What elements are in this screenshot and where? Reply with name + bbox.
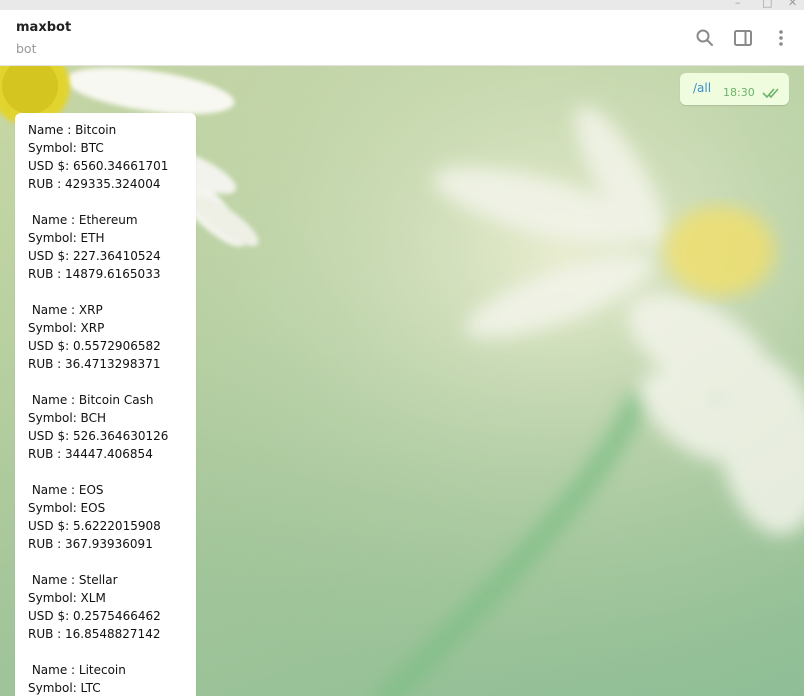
telegram-window: – □ ✕ maxbot bot /all 18:30 Name: Bitco…: [0, 0, 804, 696]
coin-usd: USD $: 526.364630126: [28, 429, 169, 443]
close-button[interactable]: ✕: [788, 0, 797, 9]
outgoing-message-text[interactable]: /all: [693, 81, 711, 95]
coin-symbol: Symbol: BTC: [28, 141, 104, 155]
chat-header: maxbot bot: [0, 10, 804, 66]
coin-rub: RUB : 36.4713298371: [28, 357, 161, 371]
coin-symbol: Symbol: XRP: [28, 321, 105, 335]
coin-rub: RUB : 34447.406854: [28, 447, 153, 461]
coin-symbol: Symbol: ETH: [28, 231, 105, 245]
coin-usd: USD $: 0.5572906582: [28, 339, 161, 353]
coin-symbol: Symbol: BCH: [28, 411, 106, 425]
coin-rub: RUB : 16.8548827142: [28, 627, 161, 641]
window-title-strip: – □ ✕: [0, 0, 804, 10]
coin-usd: USD $: 5.6222015908: [28, 519, 161, 533]
coin-name: Name : Bitcoin Cash: [28, 393, 154, 407]
chat-messages-area[interactable]: /all 18:30 Name : Bitcoin Symbol: BTC US…: [0, 66, 804, 696]
coin-entry: Name : Stellar Symbol: XLM USD $: 0.2575…: [28, 571, 196, 643]
message-timestamp: 18:30: [723, 86, 755, 99]
coin-name: Name : XRP: [28, 303, 103, 317]
coin-entry: Name : XRP Symbol: XRP USD $: 0.55729065…: [28, 301, 196, 373]
maximize-button[interactable]: □: [762, 0, 772, 9]
coin-entry: Name : Ethereum Symbol: ETH USD $: 227.3…: [28, 211, 196, 283]
coin-name: Name : EOS: [28, 483, 104, 497]
coin-name: Name : Stellar: [28, 573, 118, 587]
coin-symbol: Symbol: XLM: [28, 591, 106, 605]
minimize-button[interactable]: –: [735, 0, 741, 9]
coin-usd: USD $: 227.36410524: [28, 249, 161, 263]
coin-rub: RUB : 14879.6165033: [28, 267, 161, 281]
more-vertical-icon[interactable]: [771, 28, 791, 48]
chat-subtitle: bot: [16, 41, 37, 56]
chat-title[interactable]: maxbot: [16, 20, 71, 35]
coin-symbol: Symbol: EOS: [28, 501, 106, 515]
search-icon[interactable]: [695, 28, 715, 48]
coin-entry: Name : Litecoin Symbol: LTC: [28, 661, 196, 696]
coin-name: Name : Litecoin: [28, 663, 126, 677]
coin-rub: RUB : 429335.324004: [28, 177, 161, 191]
coin-symbol: Symbol: LTC: [28, 681, 101, 695]
coin-entry: Name : EOS Symbol: EOS USD $: 5.62220159…: [28, 481, 196, 553]
coin-entry: Name : Bitcoin Cash Symbol: BCH USD $: 5…: [28, 391, 196, 463]
coin-name: Name : Bitcoin: [28, 123, 117, 137]
coin-rub: RUB : 367.93936091: [28, 537, 153, 551]
coin-name: Name : Ethereum: [28, 213, 138, 227]
coin-usd: USD $: 0.2575466462: [28, 609, 161, 623]
sidebar-toggle-icon[interactable]: [733, 28, 753, 48]
outgoing-message[interactable]: /all 18:30: [680, 73, 789, 105]
double-check-icon: [762, 88, 779, 99]
coin-entry: Name : Bitcoin Symbol: BTC USD $: 6560.3…: [28, 121, 196, 193]
incoming-message[interactable]: Name : Bitcoin Symbol: BTC USD $: 6560.3…: [15, 113, 196, 696]
coin-usd: USD $: 6560.34661701: [28, 159, 169, 173]
